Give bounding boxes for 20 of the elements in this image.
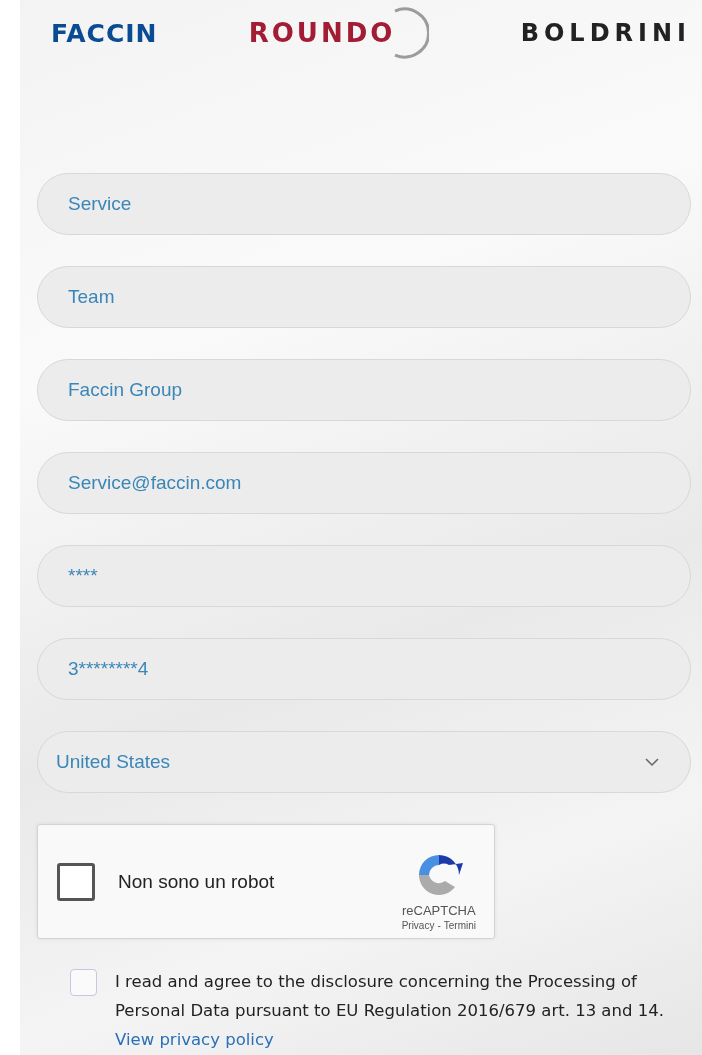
input-field[interactable]: Service@faccin.com — [37, 452, 691, 514]
privacy-policy-link[interactable]: View privacy policy — [115, 1030, 274, 1049]
consent-text: I read and agree to the disclosure concerning the Processing of Personal Data pursuant to EU Regulation 2016/679 art. 13 and 14. View privacy policy — [115, 971, 665, 1051]
chevron-down-icon — [644, 757, 660, 767]
captcha-label: Non sono un robot — [118, 870, 276, 893]
recaptcha-label: reCAPTCHA — [401, 902, 476, 918]
brand-logo: BOLDRINI — [520, 19, 691, 47]
captcha-checkbox[interactable] — [57, 862, 95, 901]
input-field[interactable]: Service — [37, 173, 691, 235]
country-select[interactable]: United States — [37, 731, 691, 793]
input-field[interactable]: Team — [37, 266, 691, 328]
input-field[interactable]: Faccin Group — [37, 359, 691, 421]
brand-logo: FACCIN — [51, 18, 158, 48]
input-field[interactable]: 3********4 — [37, 638, 691, 700]
separator: - — [437, 919, 441, 931]
brand-logo: ROUNDO — [248, 18, 396, 48]
consent-checkbox[interactable] — [70, 969, 97, 996]
privacy-link[interactable]: Privacy — [401, 919, 435, 931]
terms-link[interactable]: Termini — [443, 919, 476, 931]
input-field[interactable]: **** — [37, 545, 691, 607]
